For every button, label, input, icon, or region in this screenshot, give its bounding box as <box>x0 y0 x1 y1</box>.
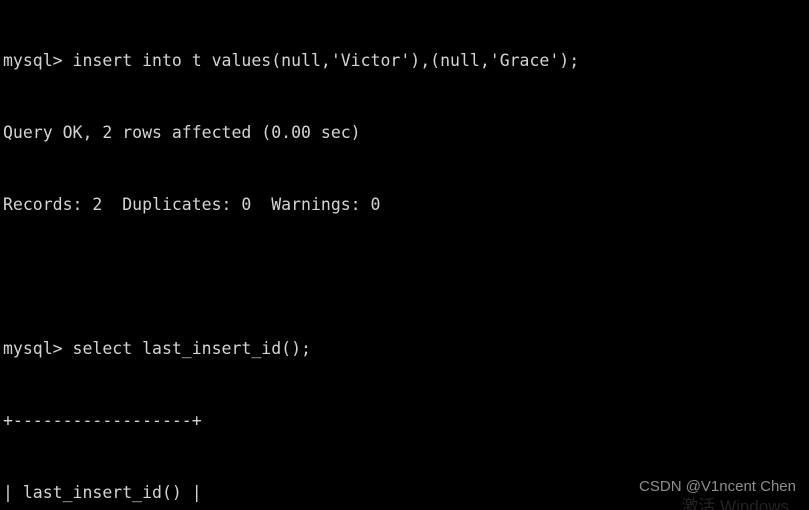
terminal-line: Records: 2 Duplicates: 0 Warnings: 0 <box>3 195 381 214</box>
terminal-line: Query OK, 2 rows affected (0.00 sec) <box>3 123 361 142</box>
windows-activation-watermark: 激活 Windows <box>681 497 789 510</box>
terminal-line: mysql> insert into t values(null,'Victor… <box>3 51 580 70</box>
terminal-console[interactable]: mysql> insert into t values(null,'Victor… <box>0 0 809 510</box>
terminal-line: +------------------+ <box>3 411 202 430</box>
csdn-watermark: CSDN @V1ncent Chen <box>639 478 796 495</box>
terminal-line: mysql> select last_insert_id(); <box>3 339 311 358</box>
terminal-screen: mysql> insert into t values(null,'Victor… <box>0 0 809 510</box>
